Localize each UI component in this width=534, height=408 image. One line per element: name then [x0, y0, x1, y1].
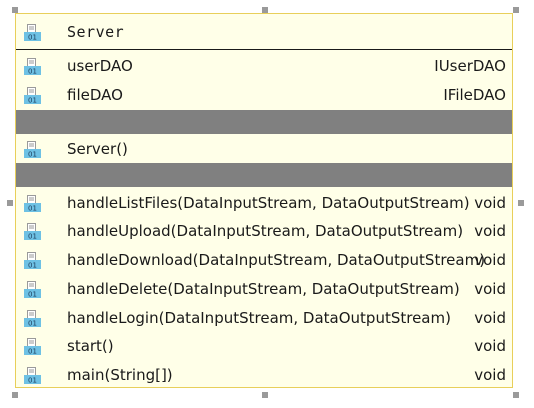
svg-text:01: 01 — [28, 377, 37, 385]
class-box[interactable]: 01 Server 01 userDAO IUserDAO 01 fileDAO… — [15, 13, 513, 388]
method-return-type: void — [474, 251, 506, 269]
method-return-type: void — [474, 280, 506, 298]
resize-handle-middle-right[interactable] — [518, 200, 524, 206]
method-row[interactable]: 01 start() void — [16, 332, 512, 360]
constructor-row[interactable]: 01 Server() — [16, 135, 512, 163]
method-return-type: void — [474, 194, 506, 212]
method-icon: 01 — [24, 252, 41, 269]
method-row[interactable]: 01 handleUpload(DataInputStream, DataOut… — [16, 217, 512, 245]
method-icon: 01 — [24, 223, 41, 240]
field-type: IFileDAO — [443, 86, 506, 104]
field-type: IUserDAO — [434, 57, 506, 75]
svg-text:01: 01 — [28, 348, 37, 356]
method-icon: 01 — [24, 281, 41, 298]
resize-handle-bottom-left[interactable] — [12, 392, 18, 398]
method-return-type: void — [474, 366, 506, 384]
method-row[interactable]: 01 handleLogin(DataInputStream, DataOutp… — [16, 304, 512, 332]
field-icon: 01 — [24, 58, 41, 75]
method-row[interactable]: 01 handleDelete(DataInputStream, DataOut… — [16, 275, 512, 303]
method-name: handleDelete(DataInputStream, DataOutput… — [67, 280, 460, 298]
resize-handle-bottom-right[interactable] — [513, 392, 519, 398]
method-icon: 01 — [24, 367, 41, 384]
svg-text:01: 01 — [28, 97, 37, 105]
svg-text:01: 01 — [28, 34, 37, 42]
class-header[interactable]: 01 Server — [16, 14, 512, 50]
constructor-name: Server() — [67, 140, 128, 158]
section-separator — [16, 110, 512, 134]
svg-text:01: 01 — [28, 205, 37, 213]
method-row[interactable]: 01 main(String[]) void — [16, 361, 512, 389]
constructor-icon: 01 — [24, 141, 41, 158]
method-name: handleDownload(DataInputStream, DataOutp… — [67, 251, 486, 269]
resize-handle-top-right[interactable] — [513, 7, 519, 13]
field-icon: 01 — [24, 87, 41, 104]
method-return-type: void — [474, 309, 506, 327]
method-icon: 01 — [24, 195, 41, 212]
field-row[interactable]: 01 fileDAO IFileDAO — [16, 81, 512, 109]
class-icon: 01 — [24, 24, 41, 41]
section-separator — [16, 163, 512, 187]
resize-handle-middle-left[interactable] — [7, 200, 13, 206]
svg-text:01: 01 — [28, 262, 37, 270]
field-row[interactable]: 01 userDAO IUserDAO — [16, 52, 512, 80]
method-icon: 01 — [24, 338, 41, 355]
method-name: main(String[]) — [67, 366, 173, 384]
method-name: start() — [67, 337, 114, 355]
resize-handle-bottom-center[interactable] — [262, 392, 268, 398]
svg-text:01: 01 — [28, 151, 37, 159]
svg-text:01: 01 — [28, 291, 37, 299]
method-name: handleListFiles(DataInputStream, DataOut… — [67, 194, 470, 212]
method-return-type: void — [474, 222, 506, 240]
svg-text:01: 01 — [28, 320, 37, 328]
svg-text:01: 01 — [28, 233, 37, 241]
method-icon: 01 — [24, 310, 41, 327]
method-row[interactable]: 01 handleListFiles(DataInputStream, Data… — [16, 189, 512, 217]
method-return-type: void — [474, 337, 506, 355]
method-name: handleLogin(DataInputStream, DataOutputS… — [67, 309, 451, 327]
svg-text:01: 01 — [28, 68, 37, 76]
method-row[interactable]: 01 handleDownload(DataInputStream, DataO… — [16, 246, 512, 274]
field-name: userDAO — [67, 57, 133, 75]
field-name: fileDAO — [67, 86, 123, 104]
method-name: handleUpload(DataInputStream, DataOutput… — [67, 222, 464, 240]
class-name: Server — [67, 23, 125, 41]
